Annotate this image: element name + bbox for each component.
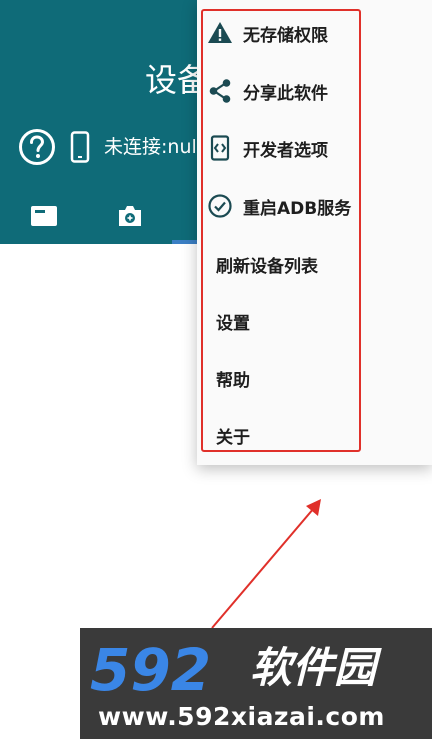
- watermark-logo: 592: [90, 640, 211, 696]
- watermark-number: 592: [90, 640, 211, 696]
- screen: 设备 未连接:nul 无存储权限 分享此软件 开发者选项 重启ADB服务 刷新设…: [0, 0, 432, 739]
- watermark-brand: 软件园: [250, 643, 377, 692]
- watermark-url: www.592xiazai.com: [98, 702, 385, 731]
